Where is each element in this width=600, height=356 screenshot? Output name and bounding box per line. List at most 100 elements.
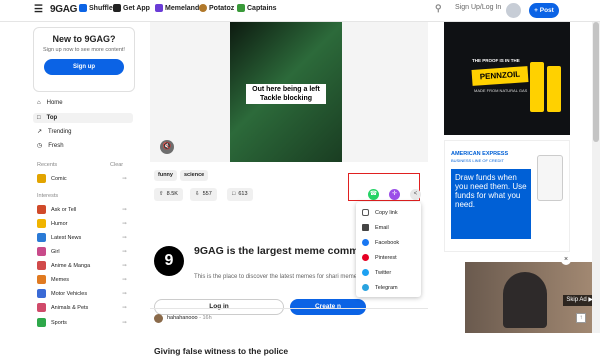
pin-icon[interactable]: ➟ — [122, 276, 127, 283]
menu-icon[interactable]: ☰ — [34, 4, 43, 15]
9gag-logo-icon: 9 — [154, 246, 184, 276]
pin-icon[interactable]: ➟ — [122, 304, 127, 311]
sidebar: New to 9GAG? Sign up now to see more con… — [0, 22, 140, 333]
potato-icon — [199, 4, 207, 12]
amex-sub: BUSINESS LINE OF CREDIT — [451, 158, 504, 163]
video-ad-person — [503, 272, 547, 328]
interests-heading: Interests — [37, 193, 59, 199]
nav-home[interactable]: ⌂ Home — [37, 100, 63, 106]
sports-icon — [37, 318, 46, 327]
interest-item[interactable]: Girl ➟ — [37, 247, 127, 256]
trending-icon: ↗ — [37, 129, 43, 135]
pets-icon — [37, 303, 46, 312]
interest-item[interactable]: Ask or Tell ➟ — [37, 205, 127, 214]
avatar[interactable] — [506, 3, 521, 18]
pin-icon[interactable]: ➟ — [122, 248, 127, 255]
facebook-icon — [362, 239, 369, 246]
pin-icon[interactable]: ➟ — [122, 234, 127, 241]
share-twitter[interactable]: Twitter — [362, 269, 391, 276]
interest-item[interactable]: Motor Vehicles ➟ — [37, 289, 127, 298]
share-email[interactable]: Email — [362, 224, 389, 231]
pin-icon[interactable]: ➟ — [122, 206, 127, 213]
email-icon — [362, 224, 369, 231]
nav-trending[interactable]: ↗ Trending — [37, 128, 72, 136]
amex-ad[interactable]: AMERICAN EXPRESS BUSINESS LINE OF CREDIT… — [444, 140, 570, 252]
mute-icon[interactable]: 🔇 — [160, 140, 174, 154]
pin-icon[interactable]: ➟ — [122, 290, 127, 297]
interest-item[interactable]: Anime & Manga ➟ — [37, 261, 127, 270]
create-account-button[interactable]: Create n — [290, 299, 366, 315]
pennzoil-sub: MADE FROM NATURAL GAS — [474, 88, 528, 93]
girl-icon — [37, 247, 46, 256]
signup-card-title: New to 9GAG? — [52, 34, 116, 44]
shuffle-link[interactable]: Shuffle — [79, 4, 113, 12]
comic-icon — [37, 174, 46, 183]
interest-item[interactable]: Animals & Pets ➟ — [37, 303, 127, 312]
share-telegram[interactable]: Telegram — [362, 284, 398, 291]
share-facebook[interactable]: Facebook — [362, 239, 399, 246]
share-copy-link[interactable]: Copy link — [362, 209, 398, 216]
upvote-button[interactable]: ⇧ 8.5K — [154, 188, 183, 201]
pin-icon[interactable]: ➟ — [122, 220, 127, 227]
share-icon[interactable]: < — [410, 189, 421, 200]
trophy-icon: □ — [37, 115, 41, 121]
pin-icon[interactable]: ➟ — [122, 319, 127, 326]
pinterest-icon — [362, 254, 369, 261]
whatsapp-icon[interactable]: ☎ — [368, 189, 379, 200]
memes-icon — [37, 275, 46, 284]
pennzoil-logo: PENNZOIL — [471, 66, 529, 86]
interest-item[interactable]: Latest News ➟ — [37, 233, 127, 242]
signup-card: New to 9GAG? Sign up now to see more con… — [33, 27, 135, 92]
pin-icon[interactable]: ➟ — [122, 175, 127, 182]
clear-button[interactable]: Clear — [110, 162, 123, 168]
messenger-icon[interactable]: ✛ — [389, 189, 400, 200]
login-button[interactable]: Log in — [154, 299, 284, 315]
signup-card-text: Sign up now to see more content! — [43, 47, 125, 53]
memeland-link[interactable]: Memeland — [155, 4, 199, 12]
amex-brand: AMERICAN EXPRESS — [451, 151, 509, 157]
scrollbar[interactable] — [592, 22, 600, 333]
nav-fresh[interactable]: ◷ Fresh — [37, 142, 64, 150]
humor-icon — [37, 219, 46, 228]
recents-heading: Recents — [37, 162, 58, 168]
potatoz-link[interactable]: Potatoz — [199, 4, 234, 12]
downvote-button[interactable]: ⇩ 557 — [190, 188, 217, 201]
clock-icon: ◷ — [37, 143, 43, 149]
post-video[interactable]: Out here being a left Tackle blocking — [230, 22, 342, 162]
recent-comic[interactable]: Comic ➟ — [37, 174, 127, 183]
interest-item[interactable]: Sports ➟ — [37, 318, 127, 327]
post-button[interactable]: + Post — [529, 3, 559, 18]
top-bar: ☰ 9GAG Shuffle Get App Memeland Potatoz … — [0, 0, 600, 22]
post-title[interactable]: Giving false witness to the police — [154, 346, 288, 356]
oil-bottle — [530, 62, 544, 112]
signup-button[interactable]: Sign up — [44, 59, 124, 75]
pin-icon[interactable]: ➟ — [122, 262, 127, 269]
comments-button[interactable]: □ 613 — [227, 188, 253, 201]
arrow-up-icon: ⇧ — [159, 191, 164, 197]
signin-link[interactable]: Sign Up/Log In — [455, 4, 501, 11]
pennzoil-tagline: THE PROOF IS IN THE — [472, 58, 520, 63]
interest-item[interactable]: Memes ➟ — [37, 275, 127, 284]
captains-link[interactable]: Captains — [237, 4, 277, 12]
scroll-top-icon[interactable]: ↑ — [576, 313, 586, 323]
shuffle-icon — [79, 4, 87, 12]
scrollbar-thumb[interactable] — [593, 22, 599, 142]
nav-top[interactable]: □ Top — [33, 113, 133, 123]
close-icon[interactable]: × — [561, 255, 571, 265]
share-pinterest[interactable]: Pinterest — [362, 254, 397, 261]
arrow-down-icon: ⇩ — [195, 191, 200, 197]
get-app-link[interactable]: Get App — [113, 4, 150, 12]
comment-icon: □ — [232, 191, 236, 197]
ask-icon — [37, 205, 46, 214]
news-icon — [37, 233, 46, 242]
author-avatar[interactable] — [154, 314, 163, 323]
app-icon — [113, 4, 121, 12]
post-author[interactable]: hahahanooo · 16h — [167, 315, 212, 321]
tag-science[interactable]: science — [180, 170, 209, 181]
logo[interactable]: 9GAG — [50, 4, 77, 15]
pennzoil-ad[interactable]: THE PROOF IS IN THE PENNZOIL MADE FROM N… — [444, 22, 570, 135]
interest-item[interactable]: Humor ➟ — [37, 219, 127, 228]
tag-funny[interactable]: funny — [154, 170, 177, 181]
share-highlight — [348, 173, 420, 201]
search-icon[interactable]: ⚲ — [435, 3, 442, 14]
